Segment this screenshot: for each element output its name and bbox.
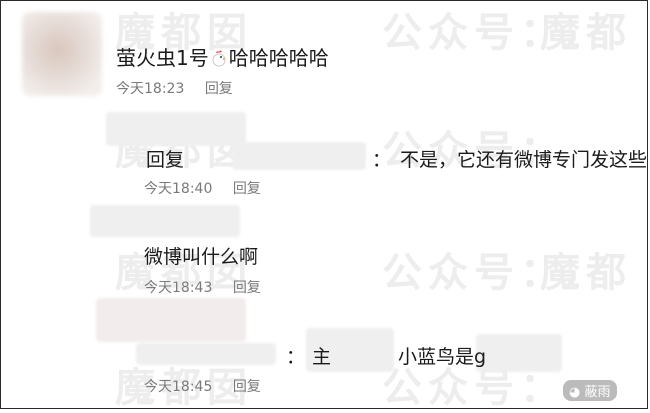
watermark: 公众号： [382,10,566,56]
reply-button[interactable]: 回复 [233,379,261,395]
comment-meta: 今天18:43 回复 [144,277,261,297]
comment-text: 小蓝鸟是g [398,346,487,368]
watermark: 魔都 [540,10,632,56]
account-logo: ◕ 蔽雨 [563,380,617,401]
timestamp: 今天18:23 [116,81,185,97]
blurred-avatar [90,205,240,237]
watermark: 公众号： [382,250,566,296]
timestamp: 今天18:43 [144,280,213,296]
reply-button[interactable]: 回复 [233,181,261,197]
redacted-username [136,343,276,365]
redacted-username [232,142,366,170]
comment-meta: 今天18:40 回复 [144,178,261,198]
wechat-icon: ◕ [569,385,581,400]
reply-button[interactable]: 回复 [205,81,233,97]
logo-text: 蔽雨 [584,385,611,400]
separator: ： [372,149,392,171]
separator: ： [286,346,306,368]
redacted-text [476,334,562,372]
comment-meta: 今天18:45 回复 [144,376,261,396]
comment-text: 微博叫什么啊 [144,246,259,268]
comment-meta: 今天18:23 回复 [116,78,233,98]
avatar[interactable] [22,12,102,96]
comment-text: 主 [312,346,332,368]
comment-text: 不是，它还有微博专门发这些 [400,149,648,171]
watermark: 魔都 [540,250,632,296]
comment-text: 哈哈哈哈哈 [228,46,329,70]
rooster-icon [209,48,229,68]
username[interactable]: 萤火虫1号 [116,46,209,70]
reply-button[interactable]: 回复 [233,280,261,296]
comment-header: 萤火虫1号 哈哈哈哈哈 [116,42,329,71]
timestamp: 今天18:40 [144,181,213,197]
timestamp: 今天18:45 [144,379,213,395]
blurred-avatar [96,298,246,342]
reply-prefix: 回复 [146,149,185,171]
blurred-avatar [106,112,246,146]
